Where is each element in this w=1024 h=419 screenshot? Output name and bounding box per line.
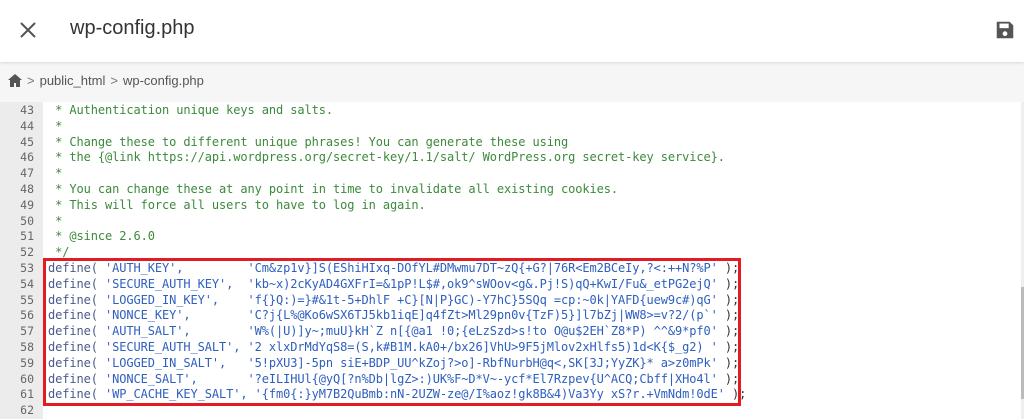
line-number: 53 <box>20 260 34 275</box>
line-number: 62 <box>20 403 34 418</box>
code-line: 43 * Authentication unique keys and salt… <box>0 103 1021 119</box>
code-line: 49 * This will force all users to have t… <box>0 198 1021 214</box>
code-line: 50 * <box>0 214 1021 230</box>
line-number: 58 <box>20 339 34 354</box>
close-icon[interactable] <box>16 18 40 42</box>
line-number: 43 <box>20 103 34 117</box>
comment-text: * Authentication unique keys and salts. <box>48 103 333 117</box>
code-editor[interactable]: 43 * Authentication unique keys and salt… <box>0 102 1021 419</box>
breadcrumb-public-html[interactable]: public_html <box>40 73 106 88</box>
breadcrumb-wp-config[interactable]: wp-config.php <box>123 73 204 88</box>
line-number: 51 <box>20 229 34 244</box>
line-number: 44 <box>20 118 34 133</box>
comment-text: * @since 2.6.0 <box>48 229 155 244</box>
code-line: 51 * @since 2.6.0 <box>0 229 1021 245</box>
line-number: 46 <box>20 150 34 165</box>
file-title: wp-config.php <box>70 17 195 39</box>
line-number: 49 <box>20 197 34 212</box>
comment-text: * Change these to different unique phras… <box>48 134 569 149</box>
line-number: 57 <box>20 324 34 339</box>
line-number: 55 <box>20 292 34 307</box>
breadcrumb-separator: > <box>27 73 35 88</box>
comment-text: * the {@link https://api.wordpress.org/s… <box>48 150 725 165</box>
line-number: 56 <box>20 308 34 323</box>
home-icon[interactable] <box>8 74 22 87</box>
line-number: 52 <box>20 245 34 260</box>
code-line: 48 * You can change these at any point i… <box>0 182 1021 198</box>
line-number: 45 <box>20 134 34 149</box>
breadcrumb: > public_html > wp-config.php <box>8 73 204 88</box>
comment-text: * <box>48 213 63 228</box>
line-number: 47 <box>20 166 34 181</box>
code-line: 45 * Change these to different unique ph… <box>0 135 1021 151</box>
code-line: 46 * the {@link https://api.wordpress.or… <box>0 150 1021 166</box>
highlight-box <box>43 258 741 406</box>
line-number: 61 <box>20 387 34 402</box>
line-number: 48 <box>20 181 34 196</box>
code-line: 47 * <box>0 166 1021 182</box>
save-icon[interactable] <box>994 19 1016 41</box>
comment-text: * You can change these at any point in t… <box>48 181 618 196</box>
line-number: 59 <box>20 355 34 370</box>
code-line: 44 * <box>0 119 1021 135</box>
breadcrumb-separator: > <box>110 73 118 88</box>
line-number: 54 <box>20 276 34 291</box>
comment-text: * <box>48 118 63 133</box>
comment-text: * <box>48 166 63 181</box>
comment-text: * This will force all users to have to l… <box>48 197 426 212</box>
line-number: 60 <box>20 371 34 386</box>
app-header: wp-config.php <box>0 0 1024 62</box>
line-number: 50 <box>20 213 34 228</box>
